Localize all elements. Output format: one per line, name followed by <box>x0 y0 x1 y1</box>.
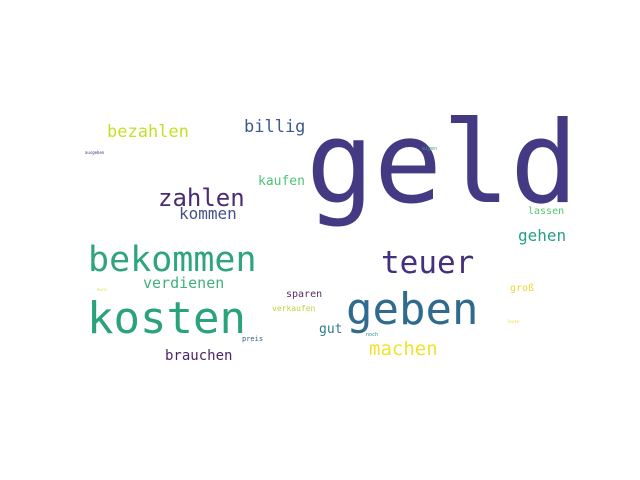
word-euro: euro <box>97 287 107 292</box>
word-billig: billig <box>244 117 306 137</box>
word-kommen: kommen <box>179 204 237 223</box>
word-kosten: kosten <box>87 293 246 344</box>
word-preis: preis <box>242 335 264 343</box>
word-eigen: eigen <box>422 146 438 152</box>
word-noch: noch <box>366 332 379 338</box>
word-geben: geben <box>346 284 479 335</box>
word-cloud: geld kosten geben bekommen teuer zahlen … <box>80 107 578 380</box>
word-verdienen: verdienen <box>143 274 225 292</box>
word-gehen: gehen <box>518 226 567 245</box>
word-lassen: lassen <box>528 206 565 217</box>
word-sparen: sparen <box>286 289 323 300</box>
word-teuer: teuer <box>381 245 475 281</box>
word-leute: leute <box>507 319 520 324</box>
word-gut: gut <box>319 322 343 337</box>
word-brauchen: brauchen <box>165 348 233 364</box>
word-machen: machen <box>369 338 438 360</box>
word-ausgeben: ausgeben <box>85 150 105 155</box>
word-bekommen: bekommen <box>88 240 257 280</box>
word-verkaufen: verkaufen <box>272 304 316 313</box>
word-kaufen: kaufen <box>258 174 305 189</box>
word-geld: geld <box>306 97 579 229</box>
word-gross: groß <box>510 283 535 294</box>
word-bezahlen: bezahlen <box>107 122 189 142</box>
